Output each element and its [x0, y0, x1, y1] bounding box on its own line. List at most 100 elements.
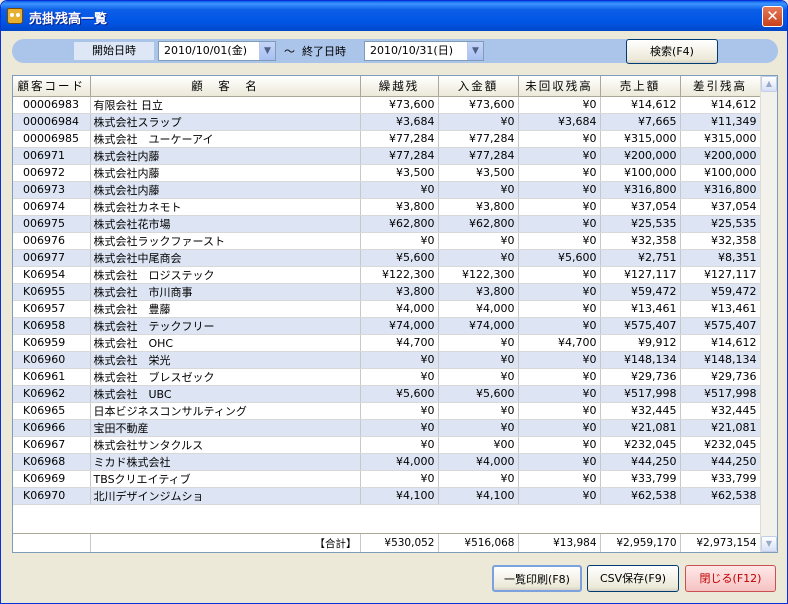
balance-cell: ¥315,000: [680, 130, 761, 148]
sales-cell: ¥62,538: [600, 487, 681, 505]
csv-save-button[interactable]: CSV保存(F9): [587, 565, 679, 592]
customer-name-cell: 株式会社 OHC: [90, 334, 361, 352]
table-row[interactable]: 006977 株式会社中尾商会 ¥5,600 ¥0 ¥5,600 ¥2,751 ¥8,351: [13, 249, 761, 267]
table-row[interactable]: K06961 株式会社 ブレスゼック ¥0 ¥0 ¥0 ¥29,736 ¥29,736: [13, 368, 761, 386]
customer-name-cell: 北川デザインジムショ: [90, 487, 361, 505]
payment-cell: ¥0: [438, 402, 519, 420]
customer-code-cell: 006975: [13, 215, 91, 233]
table-row[interactable]: K06954 株式会社 ロジステック ¥122,300 ¥122,300 ¥0 ¥127,…: [13, 266, 761, 284]
balance-cell: ¥62,538: [680, 487, 761, 505]
payment-cell: ¥0: [438, 419, 519, 437]
table-row[interactable]: 006974 株式会社カネモト ¥3,800 ¥3,800 ¥0 ¥37,054 ¥37,0…: [13, 198, 761, 216]
start-date-select[interactable]: 2010/10/01(金) ▼: [158, 41, 276, 61]
header-customer-code[interactable]: 顧客コード: [13, 76, 91, 97]
scroll-down-icon[interactable]: ▼: [761, 536, 777, 552]
balance-cell: ¥37,054: [680, 198, 761, 216]
customer-code-cell: K06970: [13, 487, 91, 505]
sales-cell: ¥517,998: [600, 385, 681, 403]
carryover-cell: ¥74,000: [360, 317, 439, 335]
total-payment: ¥516,068: [438, 534, 519, 552]
header-sales[interactable]: 売上額: [600, 76, 681, 97]
payment-cell: ¥77,284: [438, 147, 519, 165]
carryover-cell: ¥5,600: [360, 249, 439, 267]
table-row[interactable]: K06970 北川デザインジムショ ¥4,100 ¥4,100 ¥0 ¥62,538 ¥62…: [13, 487, 761, 505]
table-row[interactable]: 006971 株式会社内藤 ¥77,284 ¥77,284 ¥0 ¥200,000 ¥200…: [13, 147, 761, 165]
sales-cell: ¥9,912: [600, 334, 681, 352]
payment-cell: ¥5,600: [438, 385, 519, 403]
table-row[interactable]: 006973 株式会社内藤 ¥0 ¥0 ¥0 ¥316,800 ¥316,800: [13, 181, 761, 199]
customer-name-cell: 株式会社 ロジステック: [90, 266, 361, 284]
total-balance: ¥2,973,154: [680, 534, 761, 552]
window-close-button[interactable]: ✕: [762, 6, 783, 27]
table-row[interactable]: K06955 株式会社 市川商事 ¥3,800 ¥3,800 ¥0 ¥59,472 ¥59,…: [13, 283, 761, 301]
table-row[interactable]: K06969 TBSクリエイティブ ¥0 ¥0 ¥0 ¥33,799 ¥33,799: [13, 470, 761, 488]
header-outstanding[interactable]: 未回収残高: [518, 76, 601, 97]
header-carryover[interactable]: 繰越残: [360, 76, 439, 97]
scroll-up-icon[interactable]: ▲: [761, 76, 777, 92]
table-row[interactable]: K06957 株式会社 豊藤 ¥4,000 ¥4,000 ¥0 ¥13,461 ¥13,46…: [13, 300, 761, 318]
payment-cell: ¥3,800: [438, 198, 519, 216]
title-bar[interactable]: 売掛残高一覧 ✕: [1, 1, 787, 31]
outstanding-cell: ¥0: [518, 266, 601, 284]
chevron-down-icon[interactable]: ▼: [259, 42, 275, 60]
table-row[interactable]: K06967 株式会社サンタクルス ¥0 ¥00 ¥0 ¥232,045 ¥232,045: [13, 436, 761, 454]
header-payment[interactable]: 入金額: [438, 76, 519, 97]
balance-cell: ¥44,250: [680, 453, 761, 471]
outstanding-cell: ¥0: [518, 402, 601, 420]
payment-cell: ¥0: [438, 232, 519, 250]
customer-name-cell: 日本ビジネスコンサルティング: [90, 402, 361, 420]
payment-cell: ¥0: [438, 470, 519, 488]
table-row[interactable]: 006976 株式会社ラックファースト ¥0 ¥0 ¥0 ¥32,358 ¥32,358: [13, 232, 761, 250]
close-button[interactable]: 閉じる(F12): [685, 565, 776, 592]
search-button[interactable]: 検索(F4): [626, 39, 718, 64]
carryover-cell: ¥73,600: [360, 96, 439, 114]
carryover-cell: ¥4,000: [360, 300, 439, 318]
payment-cell: ¥74,000: [438, 317, 519, 335]
table-row[interactable]: K06959 株式会社 OHC ¥4,700 ¥0 ¥4,700 ¥9,912 ¥14,61…: [13, 334, 761, 352]
customer-code-cell: 00006983: [13, 96, 91, 114]
customer-code-cell: K06954: [13, 266, 91, 284]
sales-cell: ¥316,800: [600, 181, 681, 199]
balance-cell: ¥200,000: [680, 147, 761, 165]
vertical-scrollbar[interactable]: ▲ ▼: [760, 76, 777, 552]
sales-cell: ¥21,081: [600, 419, 681, 437]
sales-cell: ¥29,736: [600, 368, 681, 386]
table-row[interactable]: K06968 ミカド株式会社 ¥4,000 ¥4,000 ¥0 ¥44,250 ¥44,25…: [13, 453, 761, 471]
header-customer-name[interactable]: 顧 客 名: [90, 76, 361, 97]
table-row[interactable]: 006972 株式会社内藤 ¥3,500 ¥3,500 ¥0 ¥100,000 ¥100,0…: [13, 164, 761, 182]
start-date-value: 2010/10/01(金): [164, 44, 247, 57]
customer-name-cell: 株式会社中尾商会: [90, 249, 361, 267]
table-row[interactable]: K06958 株式会社 テックフリー ¥74,000 ¥74,000 ¥0 ¥575,40…: [13, 317, 761, 335]
outstanding-cell: ¥0: [518, 147, 601, 165]
end-date-value: 2010/10/31(日): [370, 44, 453, 57]
payment-cell: ¥4,000: [438, 300, 519, 318]
table-row[interactable]: K06960 株式会社 栄光 ¥0 ¥0 ¥0 ¥148,134 ¥148,134: [13, 351, 761, 369]
carryover-cell: ¥122,300: [360, 266, 439, 284]
customer-code-cell: K06955: [13, 283, 91, 301]
table-row[interactable]: K06966 宝田不動産 ¥0 ¥0 ¥0 ¥21,081 ¥21,081: [13, 419, 761, 437]
payment-cell: ¥122,300: [438, 266, 519, 284]
carryover-cell: ¥0: [360, 419, 439, 437]
customer-code-cell: K06962: [13, 385, 91, 403]
carryover-cell: ¥3,500: [360, 164, 439, 182]
end-date-select[interactable]: 2010/10/31(日) ▼: [364, 41, 484, 61]
table-row[interactable]: 006975 株式会社花市場 ¥62,800 ¥62,800 ¥0 ¥25,535 ¥25,…: [13, 215, 761, 233]
customer-name-cell: 株式会社 ユーケーアイ: [90, 130, 361, 148]
table-row[interactable]: 00006985 株式会社 ユーケーアイ ¥77,284 ¥77,284 ¥0 ¥315,…: [13, 130, 761, 148]
table-row[interactable]: 00006983 有限会社 日立 ¥73,600 ¥73,600 ¥0 ¥14,612 ¥1…: [13, 96, 761, 114]
balance-cell: ¥8,351: [680, 249, 761, 267]
table-row[interactable]: 00006984 株式会社スラップ ¥3,684 ¥0 ¥3,684 ¥7,665 ¥11,…: [13, 113, 761, 131]
chevron-down-icon[interactable]: ▼: [467, 42, 483, 60]
carryover-cell: ¥3,800: [360, 283, 439, 301]
outstanding-cell: ¥0: [518, 385, 601, 403]
carryover-cell: ¥62,800: [360, 215, 439, 233]
sales-cell: ¥25,535: [600, 215, 681, 233]
table-row[interactable]: K06962 株式会社 UBC ¥5,600 ¥5,600 ¥0 ¥517,998 ¥517…: [13, 385, 761, 403]
print-list-button[interactable]: 一覧印刷(F8): [492, 565, 582, 592]
carryover-cell: ¥0: [360, 436, 439, 454]
table-row[interactable]: K06965 日本ビジネスコンサルティング ¥0 ¥0 ¥0 ¥32,445 ¥32,445: [13, 402, 761, 420]
header-balance[interactable]: 差引残高: [680, 76, 761, 97]
customer-name-cell: TBSクリエイティブ: [90, 470, 361, 488]
outstanding-cell: ¥0: [518, 198, 601, 216]
sales-cell: ¥200,000: [600, 147, 681, 165]
